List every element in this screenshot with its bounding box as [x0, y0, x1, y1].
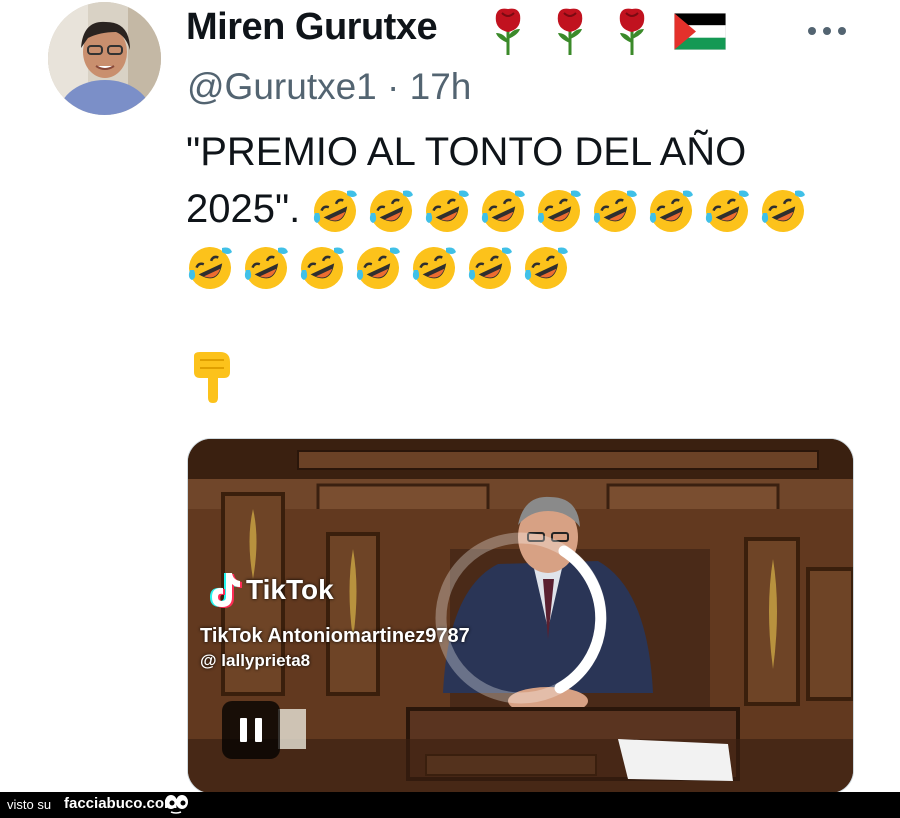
more-options-icon[interactable]	[806, 24, 848, 38]
footer-bar: visto su facciabuco.com	[0, 792, 900, 818]
footer-site-link[interactable]: facciabuco.com	[64, 795, 177, 812]
rolling-on-floor-laughing-icon	[314, 190, 358, 233]
rolling-on-floor-laughing-icon	[650, 190, 694, 233]
pause-icon-bar	[255, 718, 262, 742]
name-emojis	[490, 5, 726, 57]
rolling-on-floor-laughing-icon	[468, 247, 512, 290]
backhand-index-pointing-down-icon	[194, 352, 230, 403]
timestamp[interactable]: 17h	[410, 66, 472, 107]
palestine-flag-icon	[674, 12, 726, 50]
handle[interactable]: @Gurutxe1	[187, 66, 377, 107]
tweet-text-line2: 2025".	[186, 181, 846, 238]
laughing-emoji-row	[186, 244, 570, 292]
rolling-on-floor-laughing-icon	[412, 247, 456, 290]
rolling-on-floor-laughing-icon	[244, 247, 288, 290]
laughing-emoji-row	[311, 187, 807, 235]
rolling-on-floor-laughing-icon	[300, 247, 344, 290]
tweet-text: "PREMIO AL TONTO DEL AÑO 2025".	[186, 124, 846, 295]
eyes-logo-icon	[165, 795, 188, 814]
rose-icon	[619, 8, 645, 55]
rolling-on-floor-laughing-icon	[356, 247, 400, 290]
tiktok-watermark: TikTok	[208, 571, 334, 609]
rolling-on-floor-laughing-icon	[426, 190, 470, 233]
handle-line: @Gurutxe1 · 17h	[187, 66, 471, 108]
display-name[interactable]: Miren Gurutxe	[186, 6, 438, 49]
rolling-on-floor-laughing-icon	[538, 190, 582, 233]
tiktok-logo-icon	[210, 573, 242, 608]
rose-icon	[557, 8, 583, 55]
rose-icon	[495, 8, 521, 55]
loading-spinner-icon	[435, 532, 607, 704]
rolling-on-floor-laughing-icon	[594, 190, 638, 233]
avatar-photo	[48, 2, 161, 115]
rolling-on-floor-laughing-icon	[706, 190, 750, 233]
rolling-on-floor-laughing-icon	[524, 247, 568, 290]
rolling-on-floor-laughing-icon	[370, 190, 414, 233]
rolling-on-floor-laughing-icon	[188, 247, 232, 290]
video-player[interactable]: TikTok TikTok Antoniomartinez9787 @ lall…	[187, 438, 854, 794]
rolling-on-floor-laughing-icon	[762, 190, 806, 233]
rolling-on-floor-laughing-icon	[482, 190, 526, 233]
tiktok-brand-text: TikTok	[246, 574, 334, 605]
footer-visto-su: visto su	[7, 797, 52, 812]
pause-icon	[240, 718, 247, 742]
separator: ·	[387, 66, 400, 107]
tweet-text-line3	[186, 238, 846, 295]
avatar[interactable]	[48, 2, 161, 115]
tweet-text-line1: "PREMIO AL TONTO DEL AÑO	[186, 130, 747, 174]
tiktok-username-2: @ lallyprieta8	[200, 651, 311, 670]
pause-button[interactable]	[222, 701, 280, 759]
tweet-text-year: 2025".	[186, 187, 312, 231]
